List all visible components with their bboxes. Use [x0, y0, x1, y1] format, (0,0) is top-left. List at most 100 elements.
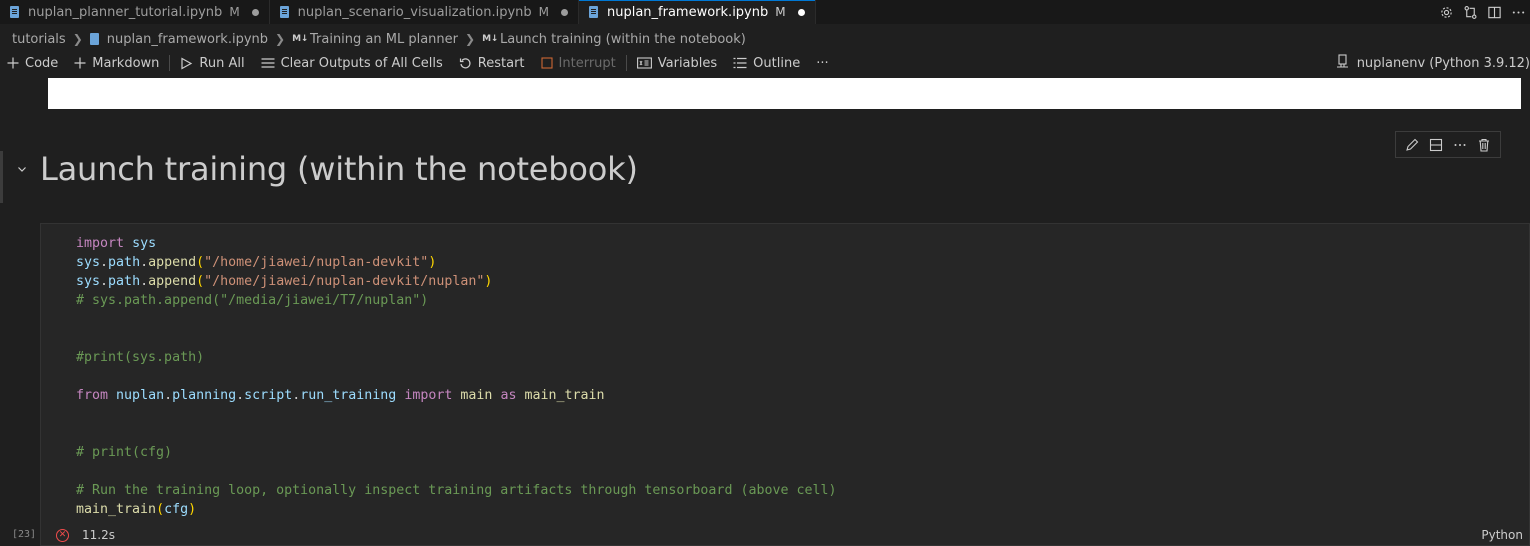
code-token: # sys.path.append("/media/jiawei/T7/nupl…	[76, 293, 429, 308]
code-token: main_train	[76, 502, 157, 517]
notebook-file-icon	[279, 6, 289, 18]
cell-language[interactable]: Python	[1481, 528, 1523, 542]
compare-icon[interactable]	[1458, 0, 1482, 24]
markdown-heading[interactable]: Launch training (within the notebook)	[40, 150, 638, 188]
code-line[interactable]: sys.path.append("/home/jiawei/nuplan-dev…	[76, 253, 837, 272]
breadcrumb-file[interactable]: nuplan_framework.ipynb	[107, 32, 268, 47]
run-all-button[interactable]: Run All	[172, 52, 252, 74]
cell-status-bar: [23] ✕ 11.2s Python	[0, 526, 1530, 546]
tab-close-dot-icon[interactable]	[251, 8, 259, 16]
add-code-cell-button[interactable]: Code	[0, 52, 66, 74]
restart-icon	[459, 57, 472, 70]
code-token: # print(cfg)	[76, 445, 173, 460]
code-line[interactable]: # sys.path.append("/media/jiawei/T7/nupl…	[76, 291, 837, 310]
stop-icon	[540, 57, 553, 69]
tab-nuplan-framework[interactable]: nuplan_framework.ipynb M	[579, 0, 816, 24]
more-icon: ···	[816, 55, 829, 71]
code-token: sys	[76, 274, 101, 289]
code-line[interactable]	[76, 405, 837, 424]
delete-icon[interactable]	[1474, 135, 1494, 155]
breadcrumb-section[interactable]: Training an ML planner	[310, 32, 458, 47]
tab-close-dot-icon[interactable]	[561, 8, 568, 16]
variables-icon	[636, 57, 652, 69]
add-markdown-label: Markdown	[92, 55, 160, 71]
code-line[interactable]: main_train(cfg)	[76, 500, 837, 519]
code-line[interactable]: import sys	[76, 234, 837, 253]
code-token: planning	[172, 388, 237, 403]
code-token: as	[500, 388, 517, 403]
code-token: .	[100, 255, 109, 270]
clear-outputs-label: Clear Outputs of All Cells	[280, 55, 443, 71]
code-token: append	[148, 274, 197, 289]
settings-icon[interactable]	[1434, 0, 1458, 24]
execution-count: [23]	[12, 529, 37, 540]
code-line[interactable]: # print(cfg)	[76, 443, 837, 462]
code-token: "/home/jiawei/nuplan-devkit/nuplan"	[204, 274, 485, 289]
run-all-label: Run All	[199, 55, 245, 71]
add-code-label: Code	[25, 55, 59, 71]
chevron-down-icon[interactable]	[15, 162, 29, 176]
code-line[interactable]: from nuplan.planning.script.run_training…	[76, 386, 837, 405]
code-line[interactable]: #print(sys.path)	[76, 348, 837, 367]
code-line[interactable]	[76, 329, 837, 348]
code-token: script	[244, 388, 293, 403]
code-token: #print(sys.path)	[76, 350, 205, 365]
tab-close-dot-icon[interactable]	[797, 8, 805, 16]
code-token: nuplan	[116, 388, 165, 403]
execution-time: 11.2s	[82, 528, 115, 542]
edit-icon[interactable]	[1402, 135, 1422, 155]
tab-nuplan-planner-tutorial[interactable]: nuplan_planner_tutorial.ipynb M	[0, 0, 270, 24]
variables-button[interactable]: Variables	[629, 52, 725, 74]
split-cell-icon[interactable]	[1426, 135, 1446, 155]
code-token: # Run the training loop, optionally insp…	[76, 483, 837, 498]
clear-all-icon	[261, 57, 275, 69]
code-token: from	[76, 388, 109, 403]
code-token: (	[196, 274, 205, 289]
code-token: append	[148, 255, 197, 270]
code-token: .	[164, 388, 173, 403]
editor-actions	[1434, 0, 1530, 24]
split-editor-icon[interactable]	[1482, 0, 1506, 24]
chevron-right-icon: ❯	[275, 32, 286, 46]
interrupt-kernel-button[interactable]: Interrupt	[533, 52, 624, 74]
more-actions-button[interactable]: ···	[808, 52, 836, 74]
code-token: sys	[132, 236, 157, 251]
notebook-file-icon	[89, 33, 99, 45]
tab-modified-status: M	[775, 5, 786, 19]
code-token: run_training	[300, 388, 397, 403]
variables-label: Variables	[657, 55, 718, 71]
code-line[interactable]	[76, 310, 837, 329]
clear-outputs-button[interactable]: Clear Outputs of All Cells	[253, 52, 451, 74]
code-editor[interactable]: import sys sys.path.append("/home/jiawei/…	[76, 234, 837, 519]
markdown-icon: M↓	[482, 34, 498, 44]
breadcrumb-folder[interactable]: tutorials	[12, 32, 66, 47]
outline-button[interactable]: Outline	[725, 52, 808, 74]
cell-output-image	[48, 78, 1521, 109]
kernel-picker[interactable]: nuplanenv (Python 3.9.12)	[1336, 52, 1530, 74]
code-token: .	[140, 274, 149, 289]
code-token: path	[108, 274, 141, 289]
code-token: "/home/jiawei/nuplan-devkit"	[204, 255, 429, 270]
restart-kernel-button[interactable]: Restart	[451, 52, 533, 74]
code-line[interactable]	[76, 367, 837, 386]
more-icon[interactable]	[1450, 135, 1470, 155]
code-token: (	[156, 502, 165, 517]
more-icon[interactable]	[1506, 0, 1530, 24]
tab-modified-status: M	[229, 5, 240, 19]
code-line[interactable]	[76, 424, 837, 443]
restart-label: Restart	[477, 55, 525, 71]
code-token: .	[236, 388, 245, 403]
editor-tab-bar: nuplan_planner_tutorial.ipynb M nuplan_s…	[0, 0, 1530, 24]
breadcrumb-subsection[interactable]: Launch training (within the notebook)	[500, 32, 746, 47]
code-cell[interactable]: import sys sys.path.append("/home/jiawei/…	[40, 223, 1530, 546]
breadcrumb: tutorials ❯ nuplan_framework.ipynb ❯ M↓ …	[0, 28, 746, 50]
kernel-label: nuplanenv (Python 3.9.12)	[1356, 55, 1530, 71]
code-token: )	[484, 274, 493, 289]
code-line[interactable]	[76, 462, 837, 481]
code-line[interactable]: sys.path.append("/home/jiawei/nuplan-dev…	[76, 272, 837, 291]
code-line[interactable]: # Run the training loop, optionally insp…	[76, 481, 837, 500]
add-markdown-cell-button[interactable]: Markdown	[66, 52, 167, 74]
tab-nuplan-scenario-visualization[interactable]: nuplan_scenario_visualization.ipynb M	[270, 0, 579, 24]
